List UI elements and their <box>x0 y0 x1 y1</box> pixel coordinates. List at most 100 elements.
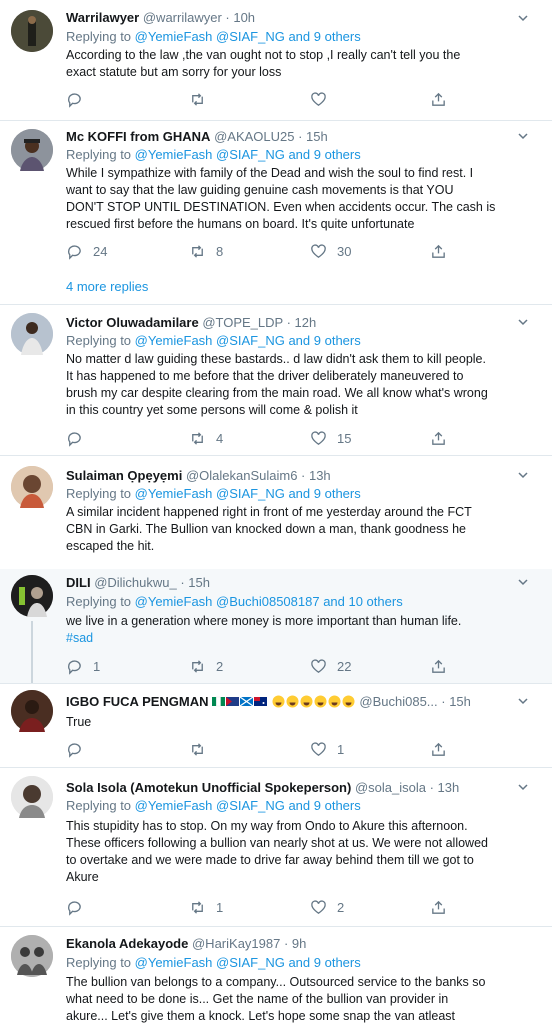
replying-to-links[interactable]: @YemieFash @SIAF_NG and 9 others <box>135 333 361 348</box>
retweet-icon <box>192 244 203 258</box>
chevron-down-icon[interactable] <box>516 694 530 708</box>
tweet-header: DILI @Dilichukwu_ · 15h <box>66 575 516 591</box>
retweet-button[interactable]: 2 <box>189 657 223 675</box>
tweet-victor[interactable]: Victor Oluwadamilare @TOPE_LDP · 12h Rep… <box>0 305 552 455</box>
laughing-emoji-icon <box>314 695 327 708</box>
share-button[interactable] <box>430 657 447 675</box>
tweet-igbo-fuca[interactable]: IGBO FUCA PENGMAN @Buchi085... · 15h Tru… <box>0 684 552 767</box>
retweet-button[interactable]: 4 <box>189 429 223 447</box>
handle-and-time[interactable]: @AKAOLU25 · 15h <box>214 129 328 144</box>
tweet-header: Sulaiman Ọpẹyẹmi @OlalekanSulaim6 · 13h <box>66 468 516 484</box>
handle-and-time[interactable]: @warrilawyer · 10h <box>143 10 255 25</box>
share-button[interactable] <box>430 90 447 108</box>
handle-and-time[interactable]: @Buchi085... · 15h <box>359 694 470 709</box>
hashtag-link[interactable]: #sad <box>66 630 512 647</box>
tweet-ekanola[interactable]: Ekanola Adekayode @HariKay1987 · 9h Repl… <box>0 927 552 1024</box>
like-button[interactable]: 22 <box>310 657 351 675</box>
display-name[interactable]: Warrilawyer <box>66 10 139 25</box>
chevron-down-icon[interactable] <box>516 468 530 482</box>
tweet-header: Warrilawyer @warrilawyer · 10h <box>66 10 516 26</box>
reply-button[interactable]: 1 <box>66 657 100 675</box>
retweet-button[interactable]: 8 <box>189 242 223 260</box>
tweet-mc-koffi[interactable]: Mc KOFFI from GHANA @AKAOLU25 · 15h Repl… <box>0 121 552 304</box>
avatar[interactable] <box>11 776 53 818</box>
more-replies-link[interactable]: 4 more replies <box>66 279 148 294</box>
chevron-down-icon[interactable] <box>516 11 530 25</box>
laughing-emoji-icon <box>300 695 313 708</box>
chevron-down-icon[interactable] <box>516 575 530 589</box>
retweet-button[interactable]: 1 <box>189 898 223 916</box>
nigeria-flag-icon <box>212 696 226 707</box>
share-button[interactable] <box>430 242 447 260</box>
reply-button[interactable] <box>66 90 93 108</box>
heart-icon <box>311 899 326 914</box>
flag-icon <box>254 697 268 706</box>
display-name[interactable]: IGBO FUCA PENGMAN <box>66 694 209 709</box>
replying-to-links[interactable]: @YemieFash @SIAF_NG and 9 others <box>135 798 361 813</box>
reply-button[interactable] <box>66 898 93 916</box>
retweet-icon <box>192 900 203 914</box>
like-button[interactable]: 2 <box>310 898 344 916</box>
laughing-emoji-icon <box>272 695 285 708</box>
tweet-dili[interactable]: DILI @Dilichukwu_ · 15h Replying to @Yem… <box>0 569 552 683</box>
handle-and-time[interactable]: @HariKay1987 · 9h <box>192 936 306 951</box>
chevron-down-icon[interactable] <box>516 780 530 794</box>
reply-icon <box>68 431 81 447</box>
avatar[interactable] <box>11 466 53 508</box>
replying-to-links[interactable]: @YemieFash @SIAF_NG and 9 others <box>135 147 361 162</box>
share-icon <box>432 900 445 914</box>
tweet-actions: 24 8 30 <box>66 242 466 260</box>
reply-button[interactable] <box>66 740 93 758</box>
chevron-down-icon[interactable] <box>516 315 530 329</box>
reply-icon <box>68 742 81 758</box>
like-button[interactable]: 15 <box>310 429 351 447</box>
tweet-warrilawyer[interactable]: Warrilawyer @warrilawyer · 10h Replying … <box>0 0 552 120</box>
handle-and-time[interactable]: @TOPE_LDP · 12h <box>202 315 316 330</box>
display-name[interactable]: DILI <box>66 575 91 590</box>
tweet-sulaiman[interactable]: Sulaiman Ọpẹyẹmi @OlalekanSulaim6 · 13h … <box>0 456 552 569</box>
share-button[interactable] <box>430 898 447 916</box>
display-name[interactable]: Victor Oluwadamilare <box>66 315 199 330</box>
tweet-actions: 1 <box>66 740 466 758</box>
handle-and-time[interactable]: @Dilichukwu_ · 15h <box>94 575 210 590</box>
thread-line <box>31 621 33 683</box>
tweet-sola-isola[interactable]: Sola Isola (Amotekun Unofficial Spokeper… <box>0 768 552 926</box>
display-name[interactable]: Ekanola Adekayode <box>66 936 188 951</box>
avatar[interactable] <box>11 10 53 52</box>
handle-and-time[interactable]: @sola_isola · 13h <box>355 780 459 795</box>
display-name[interactable]: Sulaiman Ọpẹyẹmi <box>66 468 182 483</box>
avatar[interactable] <box>11 690 53 732</box>
handle-and-time[interactable]: @OlalekanSulaim6 · 13h <box>186 468 331 483</box>
like-button[interactable]: 30 <box>310 242 351 260</box>
replying-to: Replying to @YemieFash @SIAF_NG and 9 ot… <box>66 147 361 162</box>
laughing-emoji-icon <box>286 695 299 708</box>
replying-to-links[interactable]: @YemieFash @SIAF_NG and 9 others <box>135 955 361 970</box>
replying-to-links[interactable]: @YemieFash @SIAF_NG and 9 others <box>135 486 361 501</box>
avatar[interactable] <box>11 313 53 355</box>
like-button[interactable] <box>310 90 337 108</box>
display-name[interactable]: Mc KOFFI from GHANA <box>66 129 210 144</box>
share-button[interactable] <box>430 429 447 447</box>
retweet-button[interactable] <box>189 90 216 108</box>
reply-icon <box>68 659 81 675</box>
replying-to: Replying to @YemieFash @Buchi08508187 an… <box>66 594 403 609</box>
tweet-text: While I sympathize with family of the De… <box>66 166 496 231</box>
laughing-emoji-icon <box>328 695 341 708</box>
tweet-text: A similar incident happened right in fro… <box>66 505 472 553</box>
tweet-text: we live in a generation where money is m… <box>66 613 512 647</box>
share-button[interactable] <box>430 740 447 758</box>
avatar[interactable] <box>11 575 53 617</box>
share-icon <box>432 431 445 445</box>
tweet-header: Ekanola Adekayode @HariKay1987 · 9h <box>66 936 516 952</box>
tweet-header: Mc KOFFI from GHANA @AKAOLU25 · 15h <box>66 129 516 145</box>
chevron-down-icon[interactable] <box>516 129 530 143</box>
replying-to-links[interactable]: @YemieFash @Buchi08508187 and 10 others <box>135 594 403 609</box>
retweet-button[interactable] <box>189 740 216 758</box>
avatar[interactable] <box>11 129 53 171</box>
avatar[interactable] <box>11 935 53 977</box>
display-name[interactable]: Sola Isola (Amotekun Unofficial Spokeper… <box>66 780 351 795</box>
reply-button[interactable] <box>66 429 93 447</box>
replying-to-links[interactable]: @YemieFash @SIAF_NG and 9 others <box>135 29 361 44</box>
like-button[interactable]: 1 <box>310 740 344 758</box>
reply-button[interactable]: 24 <box>66 242 107 260</box>
